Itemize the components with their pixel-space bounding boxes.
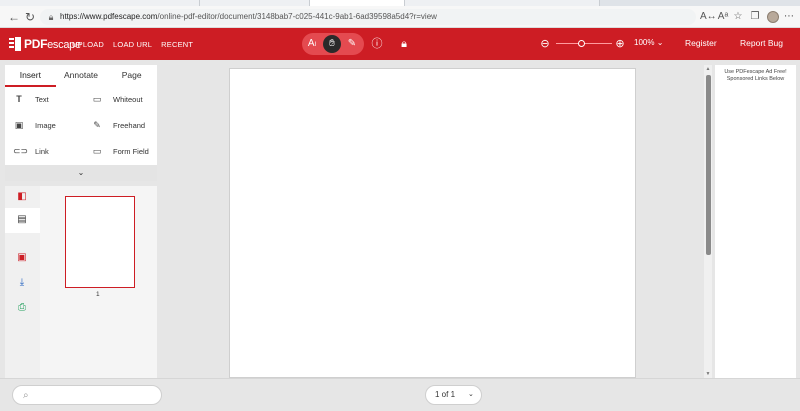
- whiteout-icon: ▭: [92, 94, 102, 104]
- translate-icon[interactable]: A↔: [700, 9, 717, 25]
- zoom-out-icon[interactable]: ⊖: [538, 37, 552, 51]
- url-host: https://www.pdfescape.com: [60, 12, 158, 21]
- scroll-up-icon[interactable]: ▲: [704, 65, 712, 73]
- zoom-select[interactable]: 100% ⌄: [634, 38, 663, 47]
- link-tool-button[interactable]: ⊂⊃ Link: [5, 139, 77, 163]
- tool-label: Whiteout: [113, 94, 143, 104]
- lock-icon[interactable]: 🔒︎: [397, 37, 411, 51]
- zoom-slider-handle[interactable]: [578, 40, 585, 47]
- search-input[interactable]: [41, 389, 156, 402]
- form-field-tool-button[interactable]: ▭ Form Field: [83, 139, 155, 163]
- pencil-icon: ✎: [93, 120, 101, 130]
- page-thumbnail[interactable]: [65, 196, 135, 288]
- whiteout-tool-button[interactable]: ▭ Whiteout: [83, 87, 155, 111]
- form-field-icon: ▭: [92, 146, 102, 156]
- chevron-down-icon: ⌄: [77, 168, 85, 177]
- pencil-tool-icon[interactable]: ✎: [343, 35, 361, 53]
- tool-mode-group: AI ✋︎ ✎: [302, 33, 364, 55]
- text-icon: T: [16, 94, 22, 104]
- freehand-tool-button[interactable]: ✎ Freehand: [83, 113, 155, 137]
- print-icon[interactable]: ⎙: [15, 301, 29, 315]
- scrollbar-thumb[interactable]: [705, 75, 711, 255]
- text-tool-button[interactable]: T Text: [5, 87, 77, 111]
- search-icon: ⌕: [23, 390, 29, 401]
- url-text: https://www.pdfescape.com/online-pdf-edi…: [60, 11, 437, 23]
- upload-link[interactable]: UPLOAD: [72, 40, 104, 49]
- tool-label: Image: [35, 120, 56, 130]
- info-icon[interactable]: ⓘ: [370, 37, 384, 51]
- left-panel-tabs: Insert Annotate Page: [5, 65, 157, 87]
- zoom-percent: 100%: [634, 38, 655, 47]
- chevron-down-icon: ⌄: [468, 391, 474, 398]
- collections-icon[interactable]: ❐: [748, 9, 762, 25]
- expand-tools-button[interactable]: ⌄: [5, 165, 157, 181]
- browser-menu-icon[interactable]: ⋯: [782, 9, 796, 25]
- tool-label: Freehand: [113, 120, 146, 130]
- top-nav: UPLOAD LOAD URL RECENT: [72, 28, 193, 60]
- recent-link[interactable]: RECENT: [161, 40, 193, 49]
- url-field[interactable]: 🔒︎ https://www.pdfescape.com/online-pdf-…: [40, 9, 696, 25]
- ad-text: Use PDFescape Ad Free! Sponsored Links B…: [715, 69, 796, 83]
- insert-tools: T Text ▭ Whiteout ▣ Image ✎ Freehand ⊂⊃ …: [5, 87, 157, 165]
- browser-address-bar: ← ↻ 🔒︎ https://www.pdfescape.com/online-…: [0, 6, 800, 28]
- page-selector[interactable]: 1 of 1 ⌄: [425, 385, 482, 405]
- load-url-link[interactable]: LOAD URL: [113, 40, 152, 49]
- ad-line-2: Sponsored Links Below: [726, 76, 785, 82]
- pdf-page-canvas[interactable]: [229, 68, 636, 378]
- report-bug-button[interactable]: Report Bug: [740, 38, 783, 48]
- ad-panel: Use PDFescape Ad Free! Sponsored Links B…: [715, 65, 796, 378]
- save-icon[interactable]: ▣: [15, 251, 29, 265]
- profile-avatar[interactable]: [767, 11, 779, 23]
- text-select-tool-icon[interactable]: AI: [303, 35, 321, 53]
- image-icon: ▣: [14, 120, 24, 130]
- read-aloud-icon[interactable]: Aᵃ: [716, 9, 730, 25]
- tool-label: Form Field: [113, 146, 149, 156]
- sidebar-toggle-icon[interactable]: ◧: [15, 190, 29, 204]
- url-path: /online-pdf-editor/document/3148bab7-c02…: [157, 12, 437, 21]
- app-header: PDFescape UPLOAD LOAD URL RECENT AI ✋︎ ✎…: [0, 28, 800, 60]
- pdfescape-logo[interactable]: PDFescape: [9, 36, 81, 52]
- bottom-bar: ⌕ 1 of 1 ⌄: [0, 378, 800, 411]
- download-icon[interactable]: ⤓: [15, 276, 29, 290]
- tool-label: Text: [35, 94, 49, 104]
- tool-label: Link: [35, 146, 49, 156]
- page-indicator: 1 of 1: [435, 390, 456, 399]
- tab-insert[interactable]: Insert: [5, 65, 56, 87]
- search-box[interactable]: ⌕: [12, 385, 162, 405]
- hand-tool-icon[interactable]: ✋︎: [323, 35, 341, 53]
- reload-icon[interactable]: ↻: [22, 9, 38, 25]
- page-thumbnails-icon[interactable]: ▤: [15, 213, 29, 227]
- chevron-down-icon: ⌄: [656, 38, 664, 47]
- image-tool-button[interactable]: ▣ Image: [5, 113, 77, 137]
- link-icon: ⊂⊃: [13, 146, 29, 156]
- logo-mark-icon: [9, 37, 21, 51]
- lock-icon[interactable]: 🔒︎: [45, 11, 57, 23]
- back-icon[interactable]: ←: [6, 9, 22, 25]
- scroll-down-icon[interactable]: ▼: [704, 370, 712, 378]
- tab-page[interactable]: Page: [106, 65, 157, 87]
- favorite-icon[interactable]: ☆: [731, 9, 745, 25]
- ad-line-1: Use PDFescape Ad Free!: [724, 69, 787, 75]
- thumbnail-page-number: 1: [96, 291, 100, 298]
- register-button[interactable]: Register: [685, 38, 717, 48]
- zoom-in-icon[interactable]: ⊕: [613, 37, 627, 51]
- document-scrollbar[interactable]: ▲ ▼: [704, 65, 712, 378]
- tab-annotate[interactable]: Annotate: [56, 65, 107, 87]
